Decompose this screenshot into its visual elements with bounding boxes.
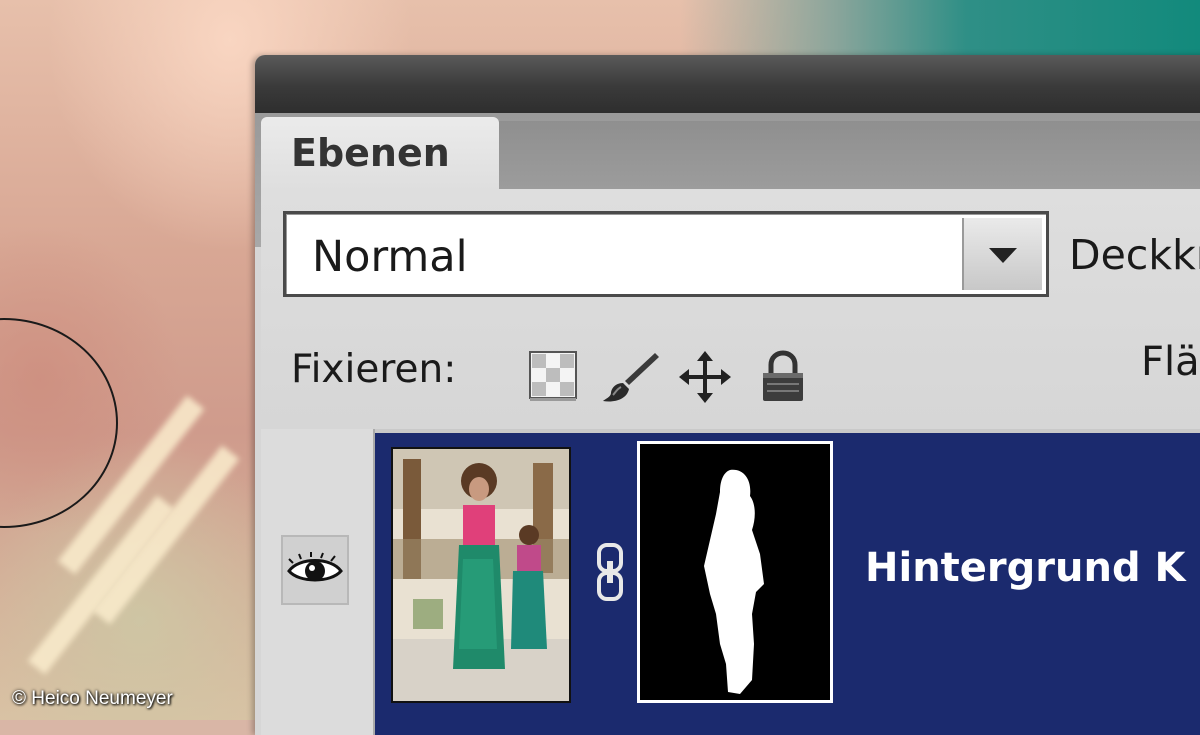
layer-row[interactable]: Hintergrund K — [375, 433, 1200, 735]
layer-mask-image — [640, 444, 830, 700]
layers-list: Hintergrund K — [261, 429, 1200, 735]
tab-layers[interactable]: Ebenen — [261, 117, 499, 191]
opacity-label: Deckkr — [1069, 231, 1200, 279]
blend-mode-select[interactable]: Normal — [283, 211, 1049, 297]
tab-strip-empty — [499, 121, 1200, 189]
layer-mask-thumbnail[interactable] — [637, 441, 833, 703]
elliptical-selection[interactable] — [0, 318, 118, 528]
layer-thumbnail-image — [393, 449, 569, 701]
layer-visibility-toggle[interactable] — [281, 535, 349, 605]
panel-title-bar[interactable] — [255, 55, 1200, 113]
lock-label: Fixieren: — [291, 347, 457, 392]
chevron-down-icon — [989, 248, 1017, 263]
blend-mode-dropdown-button[interactable] — [962, 218, 1042, 290]
layer-thumbnail[interactable] — [391, 447, 571, 703]
move-lock-icon[interactable] — [677, 349, 731, 403]
layer-name[interactable]: Hintergrund K — [865, 545, 1186, 591]
visibility-column — [261, 429, 375, 735]
padlock-icon[interactable] — [757, 349, 809, 403]
blend-mode-value: Normal — [312, 232, 468, 282]
transparency-lock-icon[interactable] — [527, 349, 579, 403]
fill-label: Flä — [1141, 339, 1200, 385]
layers-panel: Ebenen Normal Deckkr Fixieren: Flä Hinte… — [255, 55, 1200, 735]
brush-lock-icon[interactable] — [601, 349, 659, 403]
eye-icon — [287, 552, 343, 582]
photo-credit: © Heico Neumeyer — [12, 688, 173, 709]
canvas-highlight-stripe — [92, 445, 240, 625]
mask-link-icon[interactable] — [593, 543, 627, 601]
layer-options-area: Normal Deckkr Fixieren: Flä — [261, 189, 1200, 429]
